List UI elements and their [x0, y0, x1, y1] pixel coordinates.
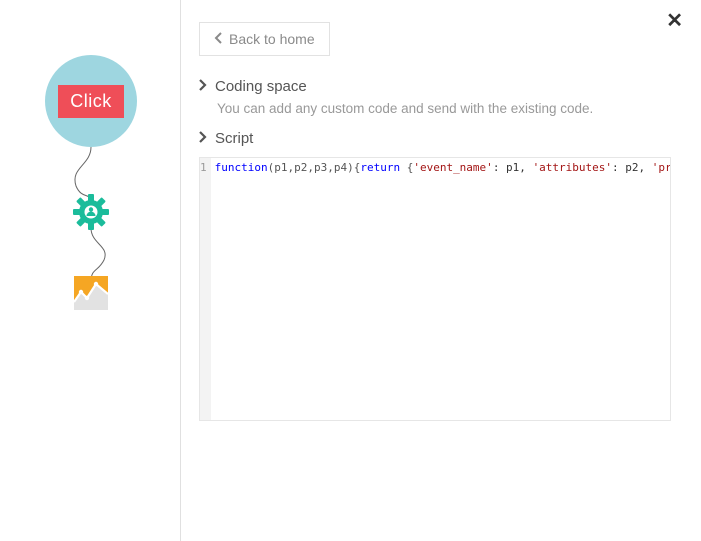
tok: 'attributes': [533, 161, 612, 174]
coding-space-description: You can add any custom code and send wit…: [217, 101, 671, 116]
click-badge: Click: [58, 85, 124, 118]
tok: (p1,p2,p3,p4): [268, 161, 354, 174]
coding-space-section: Coding space You can add any custom code…: [199, 78, 671, 116]
tok: : p2,: [612, 161, 652, 174]
detail-panel: Back to home Coding space You can add an…: [180, 0, 701, 541]
script-toggle[interactable]: Script: [199, 130, 671, 147]
back-to-home-button[interactable]: Back to home: [199, 22, 330, 56]
flow-graph: Click: [0, 0, 180, 541]
gear-icon: [71, 192, 111, 232]
tok: [400, 161, 407, 174]
editor-gutter: 1: [200, 158, 211, 420]
gear-node[interactable]: [71, 192, 111, 232]
chevron-left-icon: [214, 31, 223, 47]
tok: function: [215, 161, 268, 174]
coding-space-toggle[interactable]: Coding space: [199, 78, 671, 95]
event-node-click[interactable]: Click: [45, 55, 137, 147]
editor-content[interactable]: function(p1,p2,p3,p4){return {'event_nam…: [211, 158, 671, 420]
analytics-node[interactable]: [74, 276, 108, 310]
tok: return: [360, 161, 400, 174]
script-section: Script 1 function(p1,p2,p3,p4){return {'…: [199, 130, 671, 421]
back-button-label: Back to home: [229, 31, 315, 47]
tok: 'products': [652, 161, 671, 174]
code-editor[interactable]: 1 function(p1,p2,p3,p4){return {'event_n…: [199, 157, 671, 421]
tok: 'event_name': [413, 161, 492, 174]
coding-space-title: Coding space: [215, 78, 307, 95]
analytics-icon: [74, 276, 108, 310]
script-title: Script: [215, 130, 253, 147]
line-number: 1: [200, 160, 207, 176]
chevron-right-icon: [199, 130, 207, 147]
tok: : p1,: [493, 161, 533, 174]
chevron-right-icon: [199, 78, 207, 95]
